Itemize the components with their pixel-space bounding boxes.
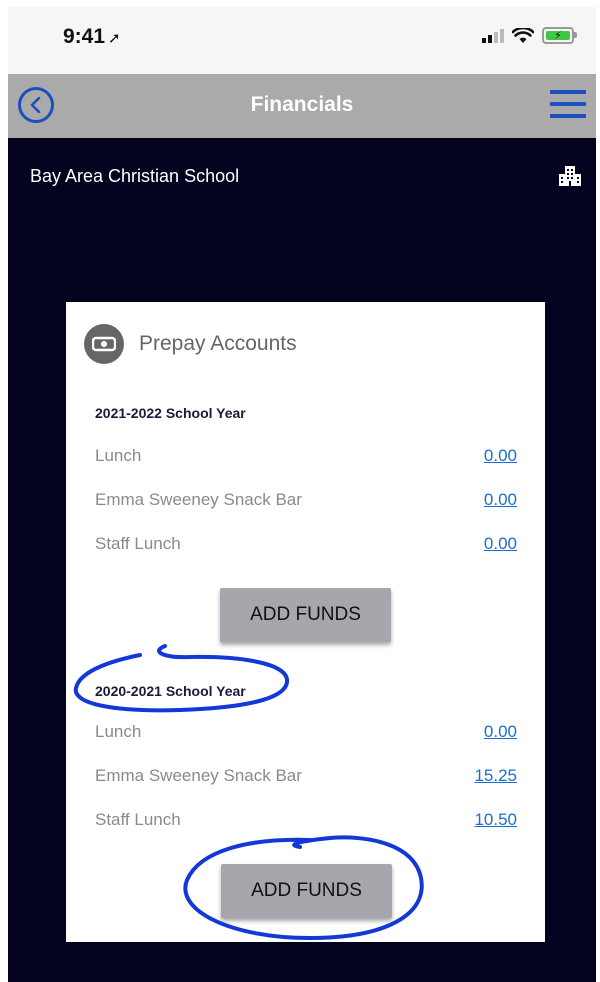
app-header: Financials — [8, 74, 596, 138]
school-name: Bay Area Christian School — [30, 166, 240, 186]
account-row: Lunch 0.00 — [95, 722, 517, 742]
account-label: Emma Sweeney Snack Bar — [95, 490, 302, 509]
phone-screen: 9:41 ➚ ⚡ Financials Bay Area Christian S… — [8, 7, 596, 982]
account-label: Lunch — [95, 446, 142, 465]
account-row: Staff Lunch 0.00 — [95, 534, 517, 554]
status-bar: 9:41 ➚ ⚡ — [8, 7, 596, 74]
card-header: Prepay Accounts — [84, 324, 297, 364]
card-title: Prepay Accounts — [139, 332, 297, 355]
hamburger-menu-button[interactable] — [550, 90, 586, 120]
account-label: Emma Sweeney Snack Bar — [95, 766, 302, 785]
add-funds-button[interactable]: ADD FUNDS — [220, 588, 391, 642]
account-row: Emma Sweeney Snack Bar 15.25 — [95, 766, 517, 786]
building-icon[interactable] — [559, 164, 581, 188]
status-icons: ⚡ — [482, 27, 577, 44]
page-title: Financials — [250, 93, 354, 116]
status-time: 9:41 ➚ — [63, 25, 121, 49]
money-icon — [84, 324, 124, 364]
year-heading-2021-2022: 2021-2022 School Year — [95, 405, 246, 421]
account-row: Staff Lunch 10.50 — [95, 810, 517, 830]
wifi-icon — [512, 27, 534, 43]
account-amount-link[interactable]: 0.00 — [484, 534, 517, 554]
account-label: Staff Lunch — [95, 534, 181, 553]
account-label: Staff Lunch — [95, 810, 181, 829]
prepay-accounts-card: Prepay Accounts 2021-2022 School Year Lu… — [66, 302, 545, 942]
cellular-signal-icon — [482, 28, 504, 43]
year-heading-2020-2021: 2020-2021 School Year — [95, 683, 246, 699]
account-amount-link[interactable]: 0.00 — [484, 490, 517, 510]
account-amount-link[interactable]: 10.50 — [474, 810, 517, 830]
account-row: Lunch 0.00 — [95, 446, 517, 466]
account-row: Emma Sweeney Snack Bar 0.00 — [95, 490, 517, 510]
account-amount-link[interactable]: 0.00 — [484, 446, 517, 466]
account-amount-link[interactable]: 0.00 — [484, 722, 517, 742]
add-funds-button[interactable]: ADD FUNDS — [221, 864, 392, 918]
account-label: Lunch — [95, 722, 142, 741]
location-icon: ➚ — [108, 30, 121, 47]
battery-charging-icon: ⚡ — [542, 27, 577, 44]
account-amount-link[interactable]: 15.25 — [474, 766, 517, 786]
time-text: 9:41 — [63, 25, 106, 48]
